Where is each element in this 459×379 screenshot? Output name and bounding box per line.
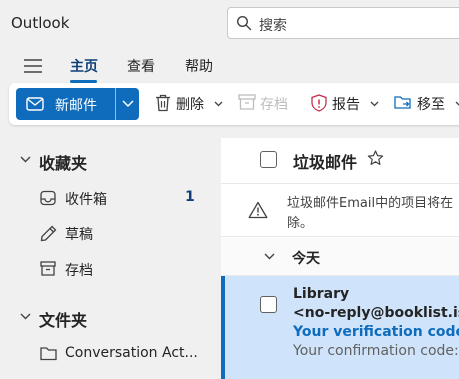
message-checkbox[interactable] [260,296,277,313]
new-mail-label: 新邮件 [55,98,97,114]
search-icon [236,15,252,31]
mail-icon [26,97,44,111]
select-all-checkbox[interactable] [260,151,277,168]
search-placeholder: 搜索 [259,18,287,34]
search-box[interactable]: 搜索 [227,7,459,39]
message-list: 垃圾邮件 垃圾邮件Email中的项目将在 除。 今天 Library <no-r… [221,138,459,379]
hamburger-menu-icon[interactable] [23,58,43,74]
folders-label: 文件夹 [39,311,88,330]
message-item[interactable]: Library <no-reply@booklist.is> Your veri… [221,276,459,379]
chevron-down-icon [20,156,31,163]
message-subject: Your verification code [293,324,459,340]
tab-help[interactable]: 帮助 [185,56,213,76]
favorites-label: 收藏夹 [39,154,88,173]
menu-bar: 主页 查看 帮助 [0,46,459,84]
move-to-folder-icon [394,96,411,109]
junk-notice-banner: 垃圾邮件Email中的项目将在 除。 [221,183,459,237]
folder-pane: 收藏夹 收件箱 1 草稿 存档 文件夹 Conversation Act... [0,138,220,379]
title-bar: Outlook 搜索 [0,0,459,46]
folder-icon [40,347,57,361]
sidebar-item-label: 存档 [65,263,93,279]
tab-view[interactable]: 查看 [127,56,155,76]
chevron-down-icon[interactable] [122,100,134,108]
move-to-button[interactable]: 移至 [417,94,445,114]
archive-button[interactable]: 存档 [260,94,288,114]
group-header-today[interactable]: 今天 [221,238,459,276]
split-divider [115,88,116,120]
chevron-down-icon[interactable] [455,101,459,107]
shield-warning-icon [311,94,327,112]
unread-count: 1 [185,189,195,205]
sender-name: Library [293,286,350,302]
chevron-down-icon [20,313,31,320]
inbox-icon [40,190,56,206]
star-icon[interactable] [367,150,384,166]
chevron-down-icon[interactable] [214,101,223,107]
ribbon-toolbar: 新邮件 删除 存档 报告 移至 [9,83,459,125]
archive-icon [238,94,256,110]
message-preview: Your confirmation code: 9 [293,343,459,359]
new-mail-button[interactable]: 新邮件 [16,88,139,120]
sidebar-item-label: Conversation Act... [65,345,198,361]
report-button[interactable]: 报告 [332,94,360,114]
selection-indicator [221,276,225,379]
tab-home[interactable]: 主页 [70,56,98,76]
notice-text-continued: 除。 [287,216,314,231]
trash-icon [156,94,170,112]
warning-icon [248,201,268,219]
chevron-down-icon [264,253,275,260]
chevron-down-icon[interactable] [370,101,379,107]
folder-title: 垃圾邮件 [293,153,358,172]
sidebar-item-label: 草稿 [65,227,93,243]
delete-button[interactable]: 删除 [176,94,204,114]
message-list-header: 垃圾邮件 [221,138,459,182]
sidebar-item-label: 收件箱 [65,192,107,208]
sender-email: <no-reply@booklist.is> [293,305,459,321]
notice-text: 垃圾邮件Email中的项目将在 [287,196,454,211]
pencil-icon [40,225,57,242]
archive-icon [40,261,56,276]
group-label: 今天 [292,251,320,267]
app-name: Outlook [11,14,70,32]
